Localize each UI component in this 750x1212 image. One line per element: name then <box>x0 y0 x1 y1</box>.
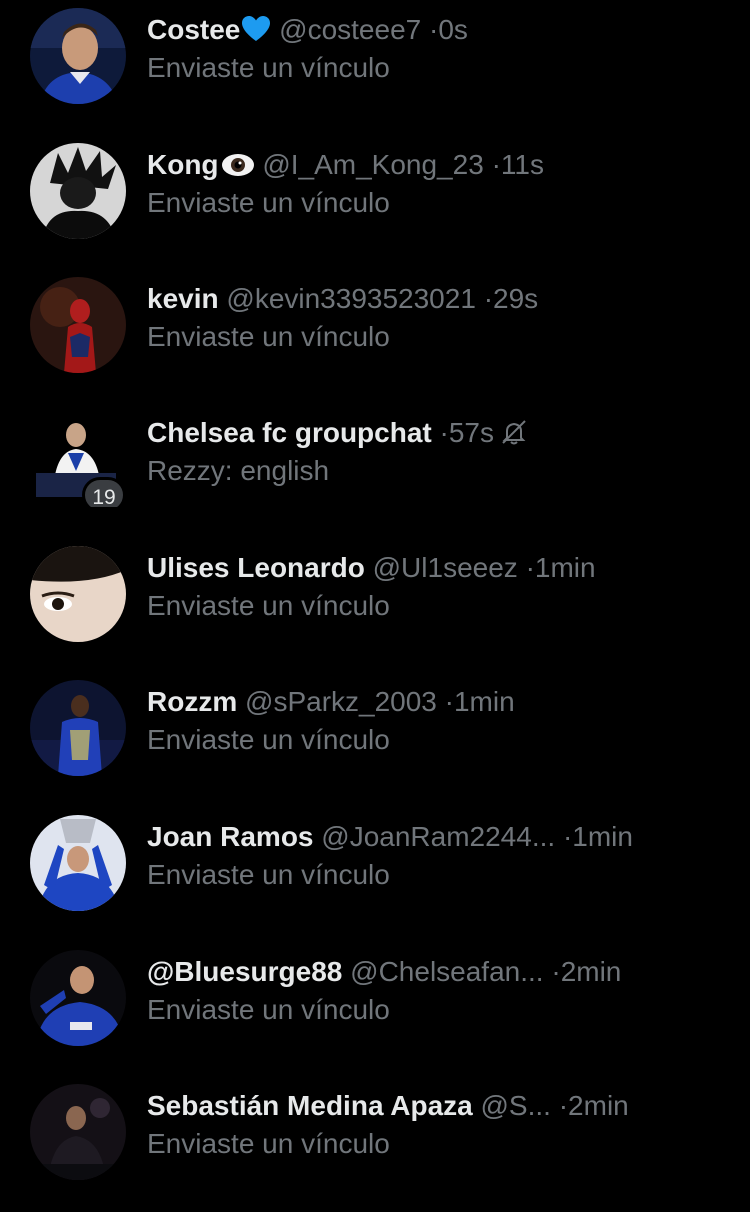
conversation-list: Costee @costeee7 ·0s Enviaste un vínculo… <box>0 0 750 1200</box>
avatar[interactable] <box>30 815 126 911</box>
bell-slash-icon <box>502 420 526 445</box>
conversation-row[interactable]: Sebastián Medina Apaza @S... ·2min Envia… <box>0 1084 750 1212</box>
avatar-image <box>30 815 126 911</box>
avatar-image <box>30 277 126 373</box>
avatar[interactable] <box>30 950 126 1046</box>
avatar-image <box>30 546 126 642</box>
avatar[interactable] <box>30 546 126 642</box>
contact-name: Kong <box>147 149 219 180</box>
separator-dot: · <box>439 417 449 448</box>
group-avatar[interactable]: 19 <box>30 411 126 507</box>
conversation-row[interactable]: 19 Chelsea fc groupchat ·57s Rezzy: engl… <box>0 411 750 539</box>
conversation-row[interactable]: kevin @kevin3393523021 ·29s Enviaste un … <box>0 277 750 405</box>
message-preview: Enviaste un vínculo <box>147 187 390 218</box>
message-preview: Rezzy: english <box>147 455 330 486</box>
timestamp: 1min <box>453 686 515 717</box>
avatar-image <box>30 680 126 776</box>
avatar-image <box>30 8 126 104</box>
separator-dot: · <box>429 14 439 45</box>
separator-dot: · <box>562 821 573 852</box>
avatar[interactable] <box>30 277 126 373</box>
contact-handle: @S... <box>480 1090 551 1121</box>
timestamp: 57s <box>448 417 494 448</box>
group-name: Chelsea fc groupchat <box>147 417 432 448</box>
avatar[interactable] <box>30 8 126 104</box>
conversation-row[interactable]: Costee @costeee7 ·0s Enviaste un vínculo <box>0 8 750 136</box>
separator-dot: · <box>558 1090 569 1121</box>
avatar[interactable] <box>30 680 126 776</box>
contact-name: Ulises Leonardo <box>147 552 365 583</box>
separator-dot: · <box>444 686 454 717</box>
message-preview: Enviaste un vínculo <box>147 1128 390 1159</box>
timestamp: 1min <box>534 552 596 583</box>
contact-handle: @Ul1seeez <box>372 552 518 583</box>
separator-dot: · <box>551 956 561 987</box>
eye-icon <box>221 154 254 176</box>
timestamp: 1min <box>572 821 633 852</box>
timestamp: 29s <box>493 283 539 314</box>
separator-dot: · <box>491 149 501 180</box>
conversation-row[interactable]: @Bluesurge88 @Chelseafan... ·2min Envias… <box>0 950 750 1078</box>
avatar[interactable] <box>30 143 126 239</box>
avatar-image <box>30 143 126 239</box>
blue-heart-icon <box>242 16 271 41</box>
message-preview: Enviaste un vínculo <box>147 859 390 890</box>
contact-name: Joan Ramos <box>147 821 314 852</box>
contact-name: Rozzm <box>147 686 238 717</box>
timestamp: 11s <box>500 149 544 180</box>
message-preview: Enviaste un vínculo <box>147 994 390 1025</box>
avatar-image <box>30 1084 126 1180</box>
message-preview: Enviaste un vínculo <box>147 321 390 352</box>
contact-name: Costee <box>147 14 241 45</box>
timestamp: 2min <box>560 956 622 987</box>
separator-dot: · <box>525 552 535 583</box>
contact-name: @Bluesurge88 <box>147 956 343 987</box>
separator-dot: · <box>483 283 494 314</box>
contact-handle: @costeee7 <box>279 14 422 45</box>
timestamp: 2min <box>568 1090 629 1121</box>
conversation-row[interactable]: Joan Ramos @JoanRam2244... ·1min Enviast… <box>0 815 750 943</box>
avatar[interactable] <box>30 1084 126 1180</box>
contact-handle: @kevin3393523021 <box>226 283 476 314</box>
message-preview: Enviaste un vínculo <box>147 590 390 621</box>
contact-name: kevin <box>147 283 219 314</box>
conversation-row[interactable]: Kong @I_Am_Kong_23 ·11s Enviaste un vínc… <box>0 143 750 271</box>
contact-name: Sebastián Medina Apaza <box>147 1090 473 1121</box>
contact-handle: @I_Am_Kong_23 <box>262 149 484 180</box>
contact-handle: @Chelseafan... <box>350 956 544 987</box>
timestamp: 0s <box>438 14 468 45</box>
avatar-image <box>30 950 126 1046</box>
message-preview: Enviaste un vínculo <box>147 52 390 83</box>
contact-handle: @sParkz_2003 <box>245 686 437 717</box>
contact-handle: @JoanRam2244... <box>321 821 556 852</box>
conversation-row[interactable]: Ulises Leonardo @Ul1seeez ·1min Enviaste… <box>0 546 750 674</box>
conversation-row[interactable]: Rozzm @sParkz_2003 ·1min Enviaste un vín… <box>0 680 750 808</box>
member-count-badge: 19 <box>82 477 126 507</box>
message-preview: Enviaste un vínculo <box>147 724 390 755</box>
